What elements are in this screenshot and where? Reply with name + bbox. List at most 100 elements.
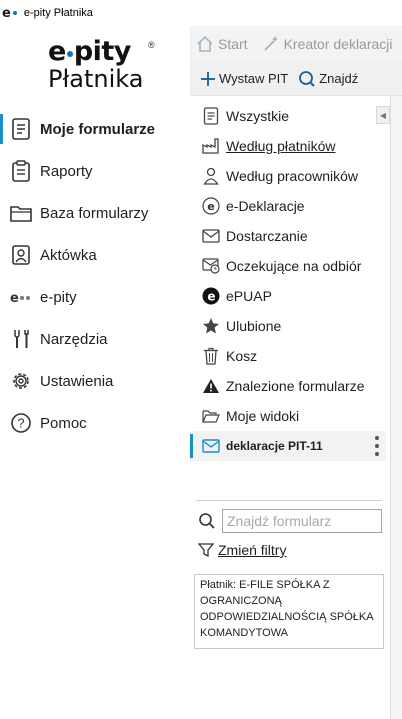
list-item-oczekujace[interactable]: Oczekujące na odbiór xyxy=(190,251,386,281)
list-item-label: Kosz xyxy=(226,348,258,364)
app-logo-icon: e xyxy=(2,6,17,21)
home-icon xyxy=(197,35,213,52)
sidebar-item-label: Narzędzia xyxy=(40,330,108,348)
logo-registered-mark: ® xyxy=(148,40,155,50)
svg-text:e: e xyxy=(10,291,19,304)
sidebar-item-ustawienia[interactable]: Ustawienia xyxy=(0,360,190,402)
sidebar-item-aktowka[interactable]: Aktówka xyxy=(0,234,190,276)
epity-logo-icon: e xyxy=(10,286,32,308)
search-icon xyxy=(199,513,215,529)
action-bar: Wystaw PIT Znajdź xyxy=(190,62,402,96)
list-item-kosz[interactable]: Kosz xyxy=(190,341,386,371)
list-item-epuap[interactable]: e ePUAP xyxy=(190,281,386,311)
sidebar-item-narzedzia[interactable]: Narzędzia xyxy=(0,318,190,360)
envelope-icon xyxy=(202,437,220,455)
list-item-znalezione[interactable]: Znalezione formularze xyxy=(190,371,386,401)
envelope-clock-icon xyxy=(202,257,220,275)
new-pit-button[interactable]: Wystaw PIT xyxy=(200,71,288,87)
search-icon xyxy=(299,70,315,87)
list-item-ulubione[interactable]: Ulubione xyxy=(190,311,386,341)
wizard-label: Kreator deklaracji xyxy=(283,36,393,52)
list-item-moje-widoki[interactable]: Moje widoki xyxy=(190,401,386,431)
window-titlebar: e e-pity Płatnika xyxy=(0,0,402,26)
search-form-input[interactable] xyxy=(222,509,382,533)
logo-e: e xyxy=(48,36,66,67)
epuap-icon: e xyxy=(202,287,220,305)
warning-icon xyxy=(202,377,220,395)
list-item-label: deklaracje PIT-11 xyxy=(226,439,323,453)
sidebar-item-label: Baza formularzy xyxy=(40,204,149,222)
filter-icon xyxy=(198,543,214,558)
briefcase-user-icon xyxy=(10,244,32,266)
sidebar-item-label: Pomoc xyxy=(40,414,87,432)
sidebar-item-raporty[interactable]: Raporty xyxy=(0,150,190,192)
e-declaration-icon: e xyxy=(202,197,220,215)
list-item-label: Znalezione formularze xyxy=(226,378,365,394)
svg-text:e: e xyxy=(207,290,215,304)
sidebar-item-label: Raporty xyxy=(40,162,93,180)
sidebar-item-label: Ustawienia xyxy=(40,372,114,390)
main-sidebar: e pity ® Płatnika Moje formularze Raporty… xyxy=(0,26,190,719)
open-folder-icon xyxy=(202,407,220,425)
app-logo: e pity ® Płatnika xyxy=(48,36,168,100)
list-item-wedlug-pracownikow[interactable]: Według pracowników xyxy=(190,161,386,191)
clipboard-icon xyxy=(10,160,32,182)
more-options-icon[interactable] xyxy=(374,436,380,456)
find-button[interactable]: Znajdź xyxy=(298,70,358,88)
plus-icon xyxy=(201,71,215,86)
wizard-button[interactable]: Kreator deklaracji xyxy=(262,35,393,53)
panel-divider xyxy=(196,500,382,501)
form-search-row xyxy=(198,508,384,534)
list-item-wszystkie[interactable]: Wszystkie xyxy=(190,101,386,131)
document-icon xyxy=(10,118,32,140)
forms-filter-list: Wszystkie Według płatników Według pracow… xyxy=(190,101,386,461)
sidebar-item-e-pity[interactable]: e e-pity xyxy=(0,276,190,318)
logo-subtitle: Płatnika xyxy=(48,65,144,93)
sidebar-item-baza-formularzy[interactable]: Baza formularzy xyxy=(0,192,190,234)
person-icon xyxy=(202,167,220,185)
list-item-label: Moje widoki xyxy=(226,408,300,424)
logo-pity: pity xyxy=(73,36,132,67)
help-icon: ? xyxy=(10,412,32,434)
tools-icon xyxy=(10,328,32,350)
trash-icon xyxy=(202,347,220,365)
find-label: Znajdź xyxy=(319,71,359,86)
content-edge xyxy=(390,96,402,719)
list-item-wedlug-platnikow[interactable]: Według płatników xyxy=(190,131,386,161)
sidebar-item-label: Aktówka xyxy=(40,246,97,264)
start-label: Start xyxy=(218,36,248,52)
list-item-label: ePUAP xyxy=(226,288,272,304)
window-title: e-pity Płatnika xyxy=(23,7,93,19)
gear-icon xyxy=(10,370,32,392)
change-filters-link[interactable]: Zmień filtry xyxy=(198,542,286,558)
list-item-e-deklaracje[interactable]: e e-Deklaracje xyxy=(190,191,386,221)
factory-icon xyxy=(202,137,220,155)
list-item-deklaracje-pit-11[interactable]: deklaracje PIT-11 xyxy=(190,431,386,461)
sidebar-item-moje-formularze[interactable]: Moje formularze xyxy=(0,108,190,150)
filter-info-box: Płatnik: E-FILE SPÓŁKA Z OGRANICZONĄ ODP… xyxy=(194,574,384,649)
start-button[interactable]: Start xyxy=(196,35,248,53)
svg-text:e: e xyxy=(207,200,214,213)
list-icon xyxy=(202,107,220,125)
list-item-dostarczanie[interactable]: Dostarczanie xyxy=(190,221,386,251)
list-item-label: e-Deklaracje xyxy=(226,198,305,214)
new-pit-label: Wystaw PIT xyxy=(219,71,289,86)
forms-panel: ◀ Wszystkie Według płatników Według prac… xyxy=(190,96,390,719)
sidebar-item-pomoc[interactable]: ? Pomoc xyxy=(0,402,190,444)
logo-dot xyxy=(66,50,73,57)
list-item-label: Ulubione xyxy=(226,318,282,334)
svg-text:?: ? xyxy=(17,416,24,431)
top-toolbar: Start Kreator deklaracji xyxy=(190,26,402,62)
star-icon xyxy=(202,317,220,335)
list-item-label: Dostarczanie xyxy=(226,228,308,244)
change-filters-label: Zmień filtry xyxy=(218,542,287,558)
magic-wand-icon xyxy=(263,36,278,51)
list-item-label: Wszystkie xyxy=(226,108,289,124)
list-item-label: Według pracowników xyxy=(226,168,359,184)
sidebar-item-label: Moje formularze xyxy=(40,120,156,138)
list-item-label: Oczekujące na odbiór xyxy=(226,258,362,274)
sidebar-item-label: e-pity xyxy=(40,288,77,306)
sidebar-nav: Moje formularze Raporty Baza formularzy … xyxy=(0,108,190,444)
envelope-icon xyxy=(202,227,220,245)
list-item-label: Według płatników xyxy=(226,138,336,154)
